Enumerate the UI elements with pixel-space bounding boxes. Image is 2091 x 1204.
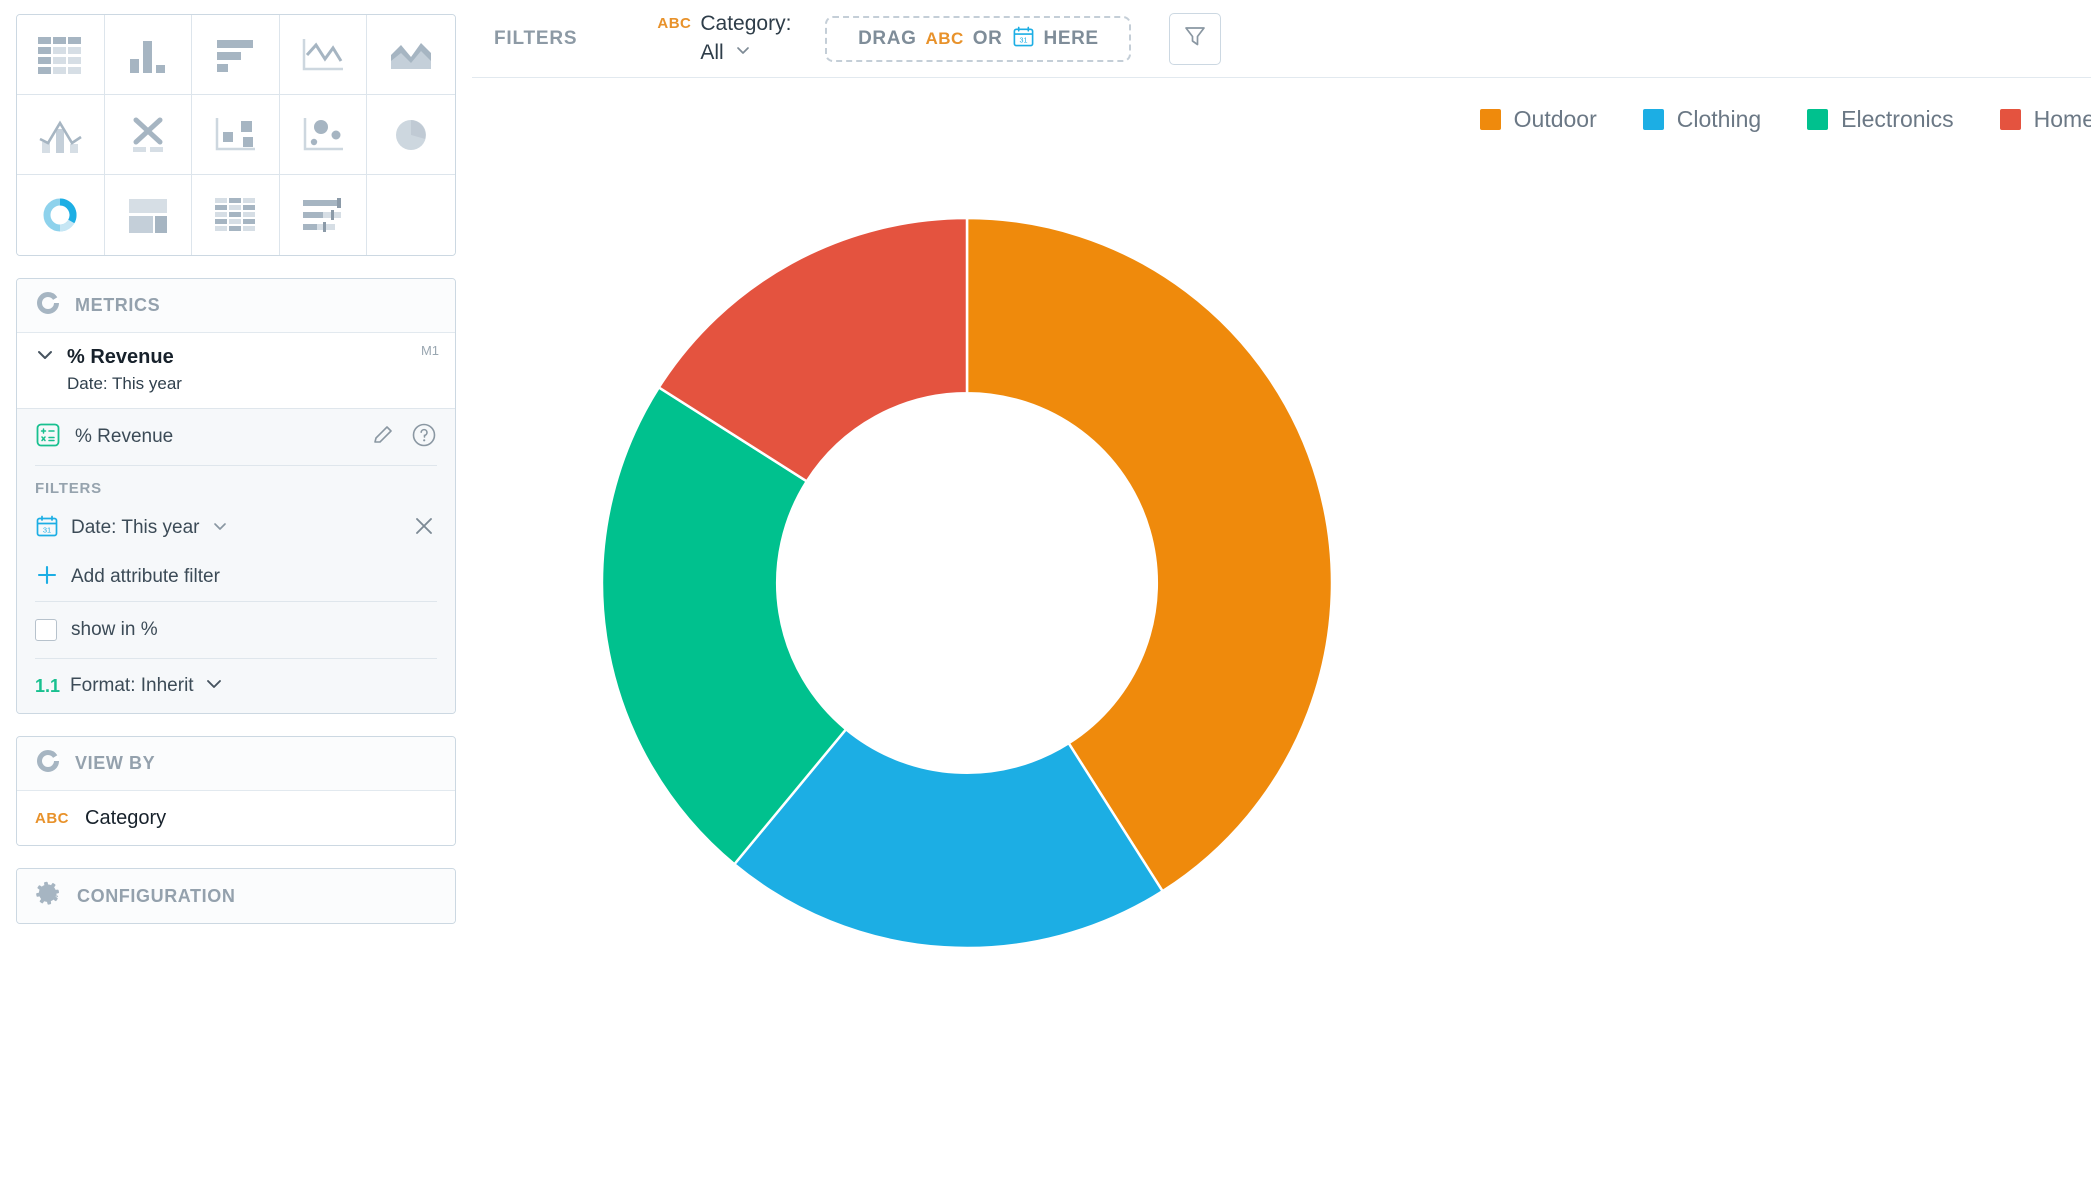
metrics-title: METRICS <box>75 295 160 316</box>
metric-details: % Revenue <box>17 409 455 713</box>
metric-filter-date[interactable]: 31 Date: This year <box>17 503 455 553</box>
x-chart-icon <box>124 115 172 155</box>
viz-option-table[interactable] <box>17 15 105 95</box>
viz-option-bar[interactable] <box>192 15 280 95</box>
close-icon[interactable] <box>411 513 437 544</box>
donut-chart <box>472 78 2091 1204</box>
viz-option-empty[interactable] <box>367 175 455 255</box>
column-chart-icon <box>124 35 172 75</box>
table-icon <box>36 35 84 75</box>
bar-chart-icon <box>211 35 259 75</box>
svg-text:31: 31 <box>43 525 51 534</box>
number-format-icon: 1.1 <box>35 676 60 697</box>
gear-icon <box>35 880 63 913</box>
donut-small-icon <box>35 748 61 779</box>
question-circle-icon[interactable] <box>411 422 437 453</box>
show-in-percent-checkbox[interactable] <box>35 619 57 641</box>
metric-definition-label: % Revenue <box>75 426 173 448</box>
workspace: METRICS % Revenue Date: This year M1 <box>0 0 2091 1204</box>
abc-icon: ABC <box>925 29 963 49</box>
dropzone-suffix: HERE <box>1044 28 1099 50</box>
treemap-icon <box>124 195 172 235</box>
filters-label: FILTERS <box>494 28 577 50</box>
viz-option-donut[interactable] <box>17 175 105 255</box>
visualization-type-picker[interactable] <box>16 14 456 256</box>
metric-badge: M1 <box>421 343 439 358</box>
viz-option-bullet[interactable] <box>280 175 368 255</box>
metrics-header[interactable]: METRICS <box>17 279 455 333</box>
view-by-title: VIEW BY <box>75 753 155 774</box>
main-panel: FILTERS ABC Category: All DRAG ABC OR <box>472 0 2091 1204</box>
view-by-attribute[interactable]: ABC Category <box>17 791 455 845</box>
funnel-button[interactable] <box>1169 13 1221 65</box>
configuration-card[interactable]: CONFIGURATION <box>16 868 456 924</box>
viz-option-line[interactable] <box>280 15 368 95</box>
calendar-icon: 31 <box>35 514 59 543</box>
category-filter-text: Category: All <box>700 10 791 67</box>
format-label: Format: Inherit <box>70 675 194 697</box>
metrics-card: METRICS % Revenue Date: This year M1 <box>16 278 456 714</box>
viz-option-column[interactable] <box>105 15 193 95</box>
svg-text:31: 31 <box>1019 36 1027 44</box>
chart-canvas: Outdoor Clothing Electronics Home <box>472 78 2091 1204</box>
metric-definition-row[interactable]: % Revenue <box>17 409 455 465</box>
metric-name: % Revenue <box>67 346 174 369</box>
view-by-attribute-label: Category <box>85 807 166 830</box>
viz-option-treemap[interactable] <box>105 175 193 255</box>
viz-option-area[interactable] <box>367 15 455 95</box>
bullet-chart-icon <box>299 195 347 235</box>
view-by-card: VIEW BY ABC Category <box>16 736 456 846</box>
view-by-header[interactable]: VIEW BY <box>17 737 455 791</box>
chevron-down-icon[interactable] <box>211 517 229 540</box>
category-filter-label: Category: <box>700 12 791 35</box>
pie-chart-icon <box>387 115 435 155</box>
viz-option-pivot[interactable] <box>192 175 280 255</box>
filter-dropzone[interactable]: DRAG ABC OR 31 HERE <box>825 16 1131 62</box>
pivot-table-icon <box>211 195 259 235</box>
chevron-down-icon[interactable] <box>734 39 752 67</box>
viz-option-combo[interactable] <box>17 95 105 175</box>
funnel-icon <box>1181 22 1209 55</box>
add-attribute-filter-label: Add attribute filter <box>71 566 220 588</box>
metric-subtitle: Date: This year <box>67 374 437 394</box>
configuration-header[interactable]: CONFIGURATION <box>17 869 455 923</box>
heatmap-icon <box>211 115 259 155</box>
combo-chart-icon <box>36 115 84 155</box>
configuration-title: CONFIGURATION <box>77 886 235 907</box>
viz-option-pie[interactable] <box>367 95 455 175</box>
pencil-icon[interactable] <box>371 423 395 452</box>
abc-icon: ABC <box>35 810 69 827</box>
metric-filters-label: FILTERS <box>17 466 455 503</box>
calendar-icon: 31 <box>1012 25 1035 53</box>
bubble-chart-icon <box>299 115 347 155</box>
metric-filter-date-label: Date: This year <box>71 517 199 539</box>
show-in-percent-row[interactable]: show in % <box>17 602 455 658</box>
left-config-panel: METRICS % Revenue Date: This year M1 <box>0 0 472 1204</box>
filters-toolbar: FILTERS ABC Category: All DRAG ABC OR <box>472 0 2091 78</box>
viz-option-scatter-x[interactable] <box>105 95 193 175</box>
area-chart-icon <box>387 35 435 75</box>
dropzone-middle: OR <box>973 28 1003 50</box>
viz-option-heatmap[interactable] <box>192 95 280 175</box>
plus-icon <box>35 563 59 592</box>
dropzone-prefix: DRAG <box>858 28 916 50</box>
add-attribute-filter-button[interactable]: Add attribute filter <box>17 553 455 601</box>
format-row[interactable]: 1.1 Format: Inherit <box>17 659 455 713</box>
category-filter-value: All <box>700 39 723 67</box>
viz-option-bubble[interactable] <box>280 95 368 175</box>
donut-small-icon <box>35 290 61 321</box>
category-filter[interactable]: ABC Category: All <box>657 10 791 67</box>
show-in-percent-label: show in % <box>71 619 158 641</box>
chevron-down-icon[interactable] <box>35 345 55 370</box>
line-chart-icon <box>299 35 347 75</box>
calculation-icon <box>35 422 61 453</box>
chevron-down-icon[interactable] <box>204 674 224 699</box>
abc-icon: ABC <box>657 15 691 32</box>
metric-item[interactable]: % Revenue Date: This year M1 <box>17 333 455 409</box>
donut-chart-svg[interactable] <box>472 78 2091 1204</box>
donut-chart-icon <box>36 195 84 235</box>
